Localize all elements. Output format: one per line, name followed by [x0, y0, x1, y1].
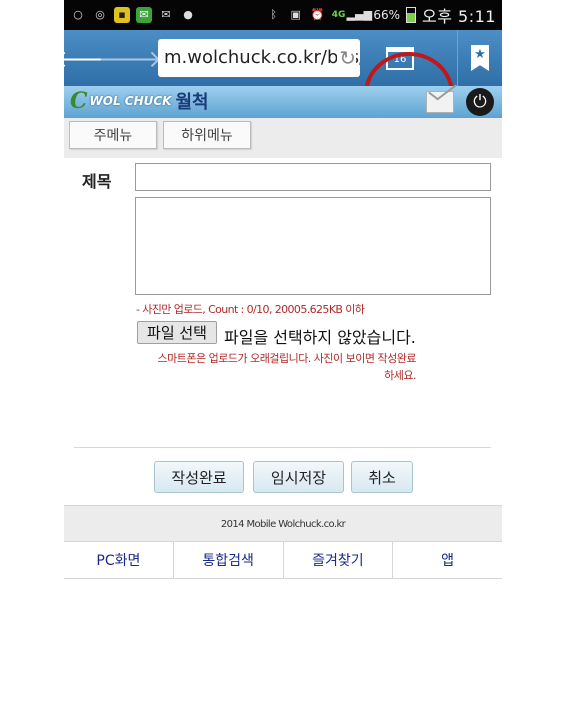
url-text: m.wolchuck.co.kr/bbs/b [164, 47, 360, 68]
talk-icon: ● [183, 8, 193, 21]
file-status: 파일을 선택하지 않았습니다. [224, 328, 416, 347]
title-input[interactable] [135, 163, 491, 191]
main-menu-button[interactable]: 주메뉴 [69, 121, 157, 149]
bottom-nav-favorites[interactable]: 즐겨찾기 [284, 542, 394, 578]
network-type: 4G [331, 10, 346, 20]
forward-button[interactable]: 🡒 [98, 30, 162, 86]
file-select-button[interactable]: 파일 선택 [137, 321, 217, 344]
mail-icon[interactable] [426, 91, 454, 113]
arrow-right-icon: 🡒 [97, 44, 163, 73]
body-textarea[interactable] [135, 197, 491, 295]
chat-icon: ▪ [114, 7, 130, 23]
clock: 오후 5:11 [422, 7, 496, 26]
sub-menu-button[interactable]: 하위메뉴 [163, 121, 251, 149]
divider [74, 447, 491, 448]
copyright-text: 2014 Mobile Wolchuck.co.kr [220, 518, 346, 530]
cancel-button[interactable]: 취소 [351, 461, 413, 493]
logo-english: WOL CHUCK [89, 94, 172, 108]
submit-button[interactable]: 작성완료 [154, 461, 244, 493]
bottom-nav-app[interactable]: 앱 [393, 542, 502, 578]
battery-fill [407, 12, 416, 22]
footer: 2014 Mobile Wolchuck.co.kr [64, 505, 502, 542]
phone-screen: ○ ◎ ▪ ✉ ✉ ● ᛒ ▣ ⏰ 4G ▂▄▆ 66% 오후 5:11 🡐 🡒… [54, 0, 502, 580]
bluetooth-icon: ᛒ [270, 8, 277, 21]
system-icons: ᛒ ▣ ⏰ 4G ▂▄▆ 66% 오후 5:11 [266, 3, 502, 27]
circle-icon: ○ [73, 8, 83, 21]
site-header: C WOL CHUCK 월척 ⏻ [64, 86, 502, 118]
site-logo[interactable]: C WOL CHUCK 월척 [70, 88, 209, 114]
bookmark-button[interactable]: ★ [457, 30, 502, 86]
bottom-nav: PC화면 통합검색 즐겨찾기 앱 [64, 541, 502, 579]
signal-icon: ▂▄▆ [346, 8, 373, 21]
upload-hint: - 사진만 업로드, Count : 0/10, 20005.625KB 이하 [136, 303, 365, 316]
logo-letter: C [70, 88, 88, 114]
bottom-nav-search[interactable]: 통합검색 [174, 542, 284, 578]
url-bar[interactable]: m.wolchuck.co.kr/bbs/b ↻ [158, 39, 360, 77]
title-label: 제목 [82, 172, 112, 191]
reload-icon[interactable]: ↻ [337, 39, 356, 77]
alarm-icon: ⏰ [310, 8, 325, 21]
upload-wait-hint: 스마트폰은 업로드가 오래걸립니다. 사진이 보이면 작성완료 하세요. [157, 352, 417, 382]
status-bar: ○ ◎ ▪ ✉ ✉ ● ᛒ ▣ ⏰ 4G ▂▄▆ 66% 오후 5:11 [64, 0, 502, 30]
menu-strip: 주메뉴 하위메뉴 [64, 118, 502, 158]
battery-percent: 66% [373, 8, 401, 22]
browser-toolbar: 🡐 🡒 m.wolchuck.co.kr/bbs/b ↻ 16 ★ [54, 30, 502, 136]
power-icon[interactable]: ⏻ [466, 88, 494, 116]
mail-icon: ✉ [136, 7, 152, 23]
notification-icons: ○ ◎ ▪ ✉ ✉ ● [64, 7, 196, 23]
bottom-nav-pc-view[interactable]: PC화면 [64, 542, 174, 578]
save-draft-button[interactable]: 임시저장 [253, 461, 344, 493]
nfc-icon: ▣ [290, 8, 301, 21]
envelope-icon: ✉ [161, 8, 171, 21]
sync-icon: ◎ [95, 8, 105, 21]
bookmark-star-icon: ★ [471, 45, 489, 71]
logo-korean: 월척 [175, 92, 209, 113]
battery-icon [406, 7, 417, 23]
